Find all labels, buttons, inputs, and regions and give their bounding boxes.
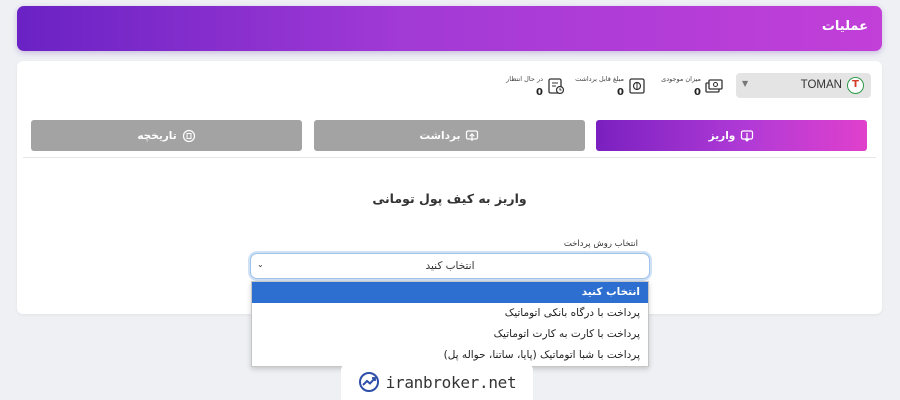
dropdown-option[interactable]: پرداخت با درگاه بانکی اتوماتیک	[252, 303, 648, 324]
trend-chart-icon	[358, 372, 379, 392]
tab-withdraw[interactable]: برداشت	[314, 120, 585, 151]
stat-label: مبلغ قابل برداشت	[575, 75, 624, 83]
deposit-icon	[741, 129, 754, 142]
stat-label: در حال انتظار	[506, 75, 543, 83]
watermark-text: iranbroker.net	[385, 372, 517, 392]
tab-deposit[interactable]: واریز	[596, 120, 867, 151]
stat-value: 0	[536, 87, 543, 98]
select-value: انتخاب کنید	[425, 260, 475, 272]
cash-icon	[705, 79, 723, 93]
tab-label: تاریخچه	[137, 129, 177, 142]
payment-method-dropdown: انتخاب کنید پرداخت با درگاه بانکی اتومات…	[251, 281, 649, 367]
withdraw-icon	[466, 129, 479, 141]
stat-pending: در حال انتظار 0	[505, 73, 565, 101]
payment-method-select[interactable]: انتخاب کنید ⌄	[250, 253, 650, 279]
stat-withdrawable: مبلغ قابل برداشت 0	[570, 73, 646, 101]
toman-logo-icon: T	[847, 77, 864, 94]
dropdown-option[interactable]: انتخاب کنید	[252, 282, 648, 303]
divider	[23, 157, 876, 158]
currency-name: TOMAN	[800, 79, 842, 91]
chevron-down-icon: ⌄	[257, 260, 264, 269]
history-icon	[182, 129, 195, 142]
page-header: عملیات	[17, 6, 882, 51]
stat-balance: میزان موجودی 0	[657, 73, 723, 101]
tab-label: برداشت	[419, 129, 461, 142]
stat-label: میزان موجودی	[661, 75, 701, 83]
page-title: عملیات	[821, 19, 868, 34]
watermark: iranbroker.net	[341, 361, 533, 400]
tab-label: واریز	[708, 129, 736, 142]
deposit-title: واریز به کیف پول تومانی	[372, 191, 527, 206]
tab-history[interactable]: تاریخچه	[31, 120, 302, 151]
wallet-icon	[629, 78, 645, 94]
pending-icon	[548, 78, 565, 95]
caret-down-icon: ▼	[742, 79, 749, 88]
dropdown-option[interactable]: پرداخت با کارت به کارت اتوماتیک	[252, 324, 648, 345]
payment-method-label: انتخاب روش پرداخت	[563, 239, 638, 249]
stat-value: 0	[694, 87, 701, 98]
stat-value: 0	[617, 87, 624, 98]
operations-card: T TOMAN ▼ میزان موجودی 0 مبلغ قابل برداش…	[17, 61, 882, 314]
currency-selector[interactable]: T TOMAN ▼	[736, 73, 871, 98]
